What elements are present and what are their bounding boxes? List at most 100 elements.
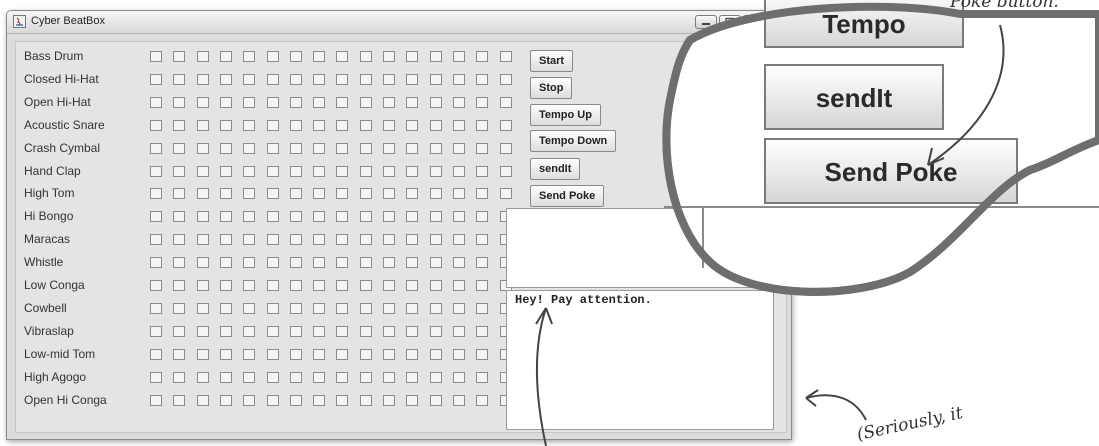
beat-checkbox[interactable] bbox=[196, 188, 209, 200]
beat-checkbox[interactable] bbox=[359, 348, 372, 360]
beat-checkbox[interactable] bbox=[452, 280, 465, 291]
beat-checkbox[interactable] bbox=[313, 73, 326, 85]
beat-checkbox[interactable] bbox=[313, 302, 326, 314]
beat-checkbox[interactable] bbox=[196, 211, 209, 223]
beat-checkbox[interactable] bbox=[266, 211, 279, 223]
beat-checkbox[interactable] bbox=[219, 394, 232, 406]
beat-checkbox[interactable] bbox=[173, 371, 186, 383]
beat-checkbox[interactable] bbox=[243, 119, 256, 131]
beat-checkbox[interactable] bbox=[173, 73, 186, 85]
beat-checkbox[interactable] bbox=[173, 325, 186, 337]
beat-checkbox[interactable] bbox=[336, 119, 349, 131]
beat-checkbox[interactable] bbox=[173, 51, 186, 62]
beat-checkbox[interactable] bbox=[313, 394, 326, 406]
beat-checkbox[interactable] bbox=[196, 165, 209, 177]
beat-checkbox[interactable] bbox=[476, 234, 489, 246]
beat-checkbox[interactable] bbox=[452, 371, 465, 383]
beat-checkbox[interactable] bbox=[289, 234, 302, 246]
beat-checkbox[interactable] bbox=[313, 325, 326, 337]
beat-checkbox[interactable] bbox=[289, 51, 302, 62]
beat-checkbox[interactable] bbox=[219, 280, 232, 291]
beat-checkbox[interactable] bbox=[173, 165, 186, 177]
beat-checkbox[interactable] bbox=[359, 51, 372, 62]
beat-checkbox[interactable] bbox=[336, 96, 349, 108]
beat-checkbox[interactable] bbox=[499, 142, 512, 154]
beat-checkbox[interactable] bbox=[476, 119, 489, 131]
beat-checkbox[interactable] bbox=[266, 73, 279, 85]
beat-checkbox[interactable] bbox=[476, 257, 489, 269]
beat-checkbox[interactable] bbox=[476, 96, 489, 108]
beat-checkbox[interactable] bbox=[196, 280, 209, 291]
beat-checkbox[interactable] bbox=[429, 394, 442, 406]
beat-checkbox[interactable] bbox=[336, 188, 349, 200]
beat-checkbox[interactable] bbox=[429, 142, 442, 154]
beat-checkbox[interactable] bbox=[289, 188, 302, 200]
beat-checkbox[interactable] bbox=[429, 51, 442, 62]
beat-checkbox[interactable] bbox=[359, 257, 372, 269]
beat-checkbox[interactable] bbox=[406, 280, 419, 291]
beat-checkbox[interactable] bbox=[219, 165, 232, 177]
beat-checkbox[interactable] bbox=[313, 51, 326, 62]
beat-checkbox[interactable] bbox=[313, 234, 326, 246]
beat-checkbox[interactable] bbox=[383, 394, 395, 406]
send-poke-button[interactable]: Send Poke bbox=[530, 185, 605, 207]
beat-checkbox[interactable] bbox=[289, 257, 302, 269]
beat-checkbox[interactable] bbox=[476, 51, 489, 62]
beat-checkbox[interactable] bbox=[452, 165, 465, 177]
beat-checkbox[interactable] bbox=[429, 211, 442, 223]
beat-checkbox[interactable] bbox=[499, 188, 512, 200]
beat-checkbox[interactable] bbox=[406, 96, 419, 108]
beat-checkbox[interactable] bbox=[289, 371, 302, 383]
beat-checkbox[interactable] bbox=[476, 302, 489, 314]
beat-checkbox[interactable] bbox=[452, 302, 465, 314]
beat-checkbox[interactable] bbox=[150, 348, 162, 360]
beat-checkbox[interactable] bbox=[219, 188, 232, 200]
beat-checkbox[interactable] bbox=[406, 257, 419, 269]
beat-checkbox[interactable] bbox=[243, 165, 256, 177]
beat-checkbox[interactable] bbox=[196, 234, 209, 246]
beat-checkbox[interactable] bbox=[313, 165, 326, 177]
beat-checkbox[interactable] bbox=[173, 142, 186, 154]
beat-checkbox[interactable] bbox=[219, 211, 232, 223]
beat-checkbox[interactable] bbox=[313, 371, 326, 383]
beat-checkbox[interactable] bbox=[452, 348, 465, 360]
beat-checkbox[interactable] bbox=[150, 119, 162, 131]
beat-checkbox[interactable] bbox=[383, 119, 395, 131]
beat-checkbox[interactable] bbox=[243, 348, 256, 360]
beat-checkbox[interactable] bbox=[173, 302, 186, 314]
beat-checkbox[interactable] bbox=[150, 234, 162, 246]
beat-checkbox[interactable] bbox=[150, 325, 162, 337]
beat-checkbox[interactable] bbox=[383, 211, 395, 223]
beat-checkbox[interactable] bbox=[452, 142, 465, 154]
beat-checkbox[interactable] bbox=[196, 142, 209, 154]
beat-checkbox[interactable] bbox=[150, 257, 162, 269]
beat-checkbox[interactable] bbox=[476, 142, 489, 154]
beat-checkbox[interactable] bbox=[452, 211, 465, 223]
beat-checkbox[interactable] bbox=[452, 188, 465, 200]
beat-checkbox[interactable] bbox=[219, 348, 232, 360]
beat-checkbox[interactable] bbox=[219, 371, 232, 383]
beat-checkbox[interactable] bbox=[406, 234, 419, 246]
beat-checkbox[interactable] bbox=[289, 302, 302, 314]
beat-checkbox[interactable] bbox=[266, 165, 279, 177]
beat-checkbox[interactable] bbox=[336, 325, 349, 337]
beat-checkbox[interactable] bbox=[383, 165, 395, 177]
beat-checkbox[interactable] bbox=[429, 325, 442, 337]
beat-checkbox[interactable] bbox=[173, 188, 186, 200]
beat-checkbox[interactable] bbox=[173, 119, 186, 131]
beat-checkbox[interactable] bbox=[219, 325, 232, 337]
beat-checkbox[interactable] bbox=[150, 211, 162, 223]
beat-checkbox[interactable] bbox=[313, 348, 326, 360]
beat-checkbox[interactable] bbox=[476, 371, 489, 383]
beat-checkbox[interactable] bbox=[476, 73, 489, 85]
beat-checkbox[interactable] bbox=[289, 394, 302, 406]
beat-checkbox[interactable] bbox=[476, 280, 489, 291]
beat-checkbox[interactable] bbox=[383, 325, 395, 337]
beat-checkbox[interactable] bbox=[336, 302, 349, 314]
beat-checkbox[interactable] bbox=[243, 188, 256, 200]
beat-checkbox[interactable] bbox=[243, 51, 256, 62]
beat-checkbox[interactable] bbox=[313, 119, 326, 131]
beat-checkbox[interactable] bbox=[219, 142, 232, 154]
beat-checkbox[interactable] bbox=[429, 165, 442, 177]
beat-checkbox[interactable] bbox=[196, 348, 209, 360]
